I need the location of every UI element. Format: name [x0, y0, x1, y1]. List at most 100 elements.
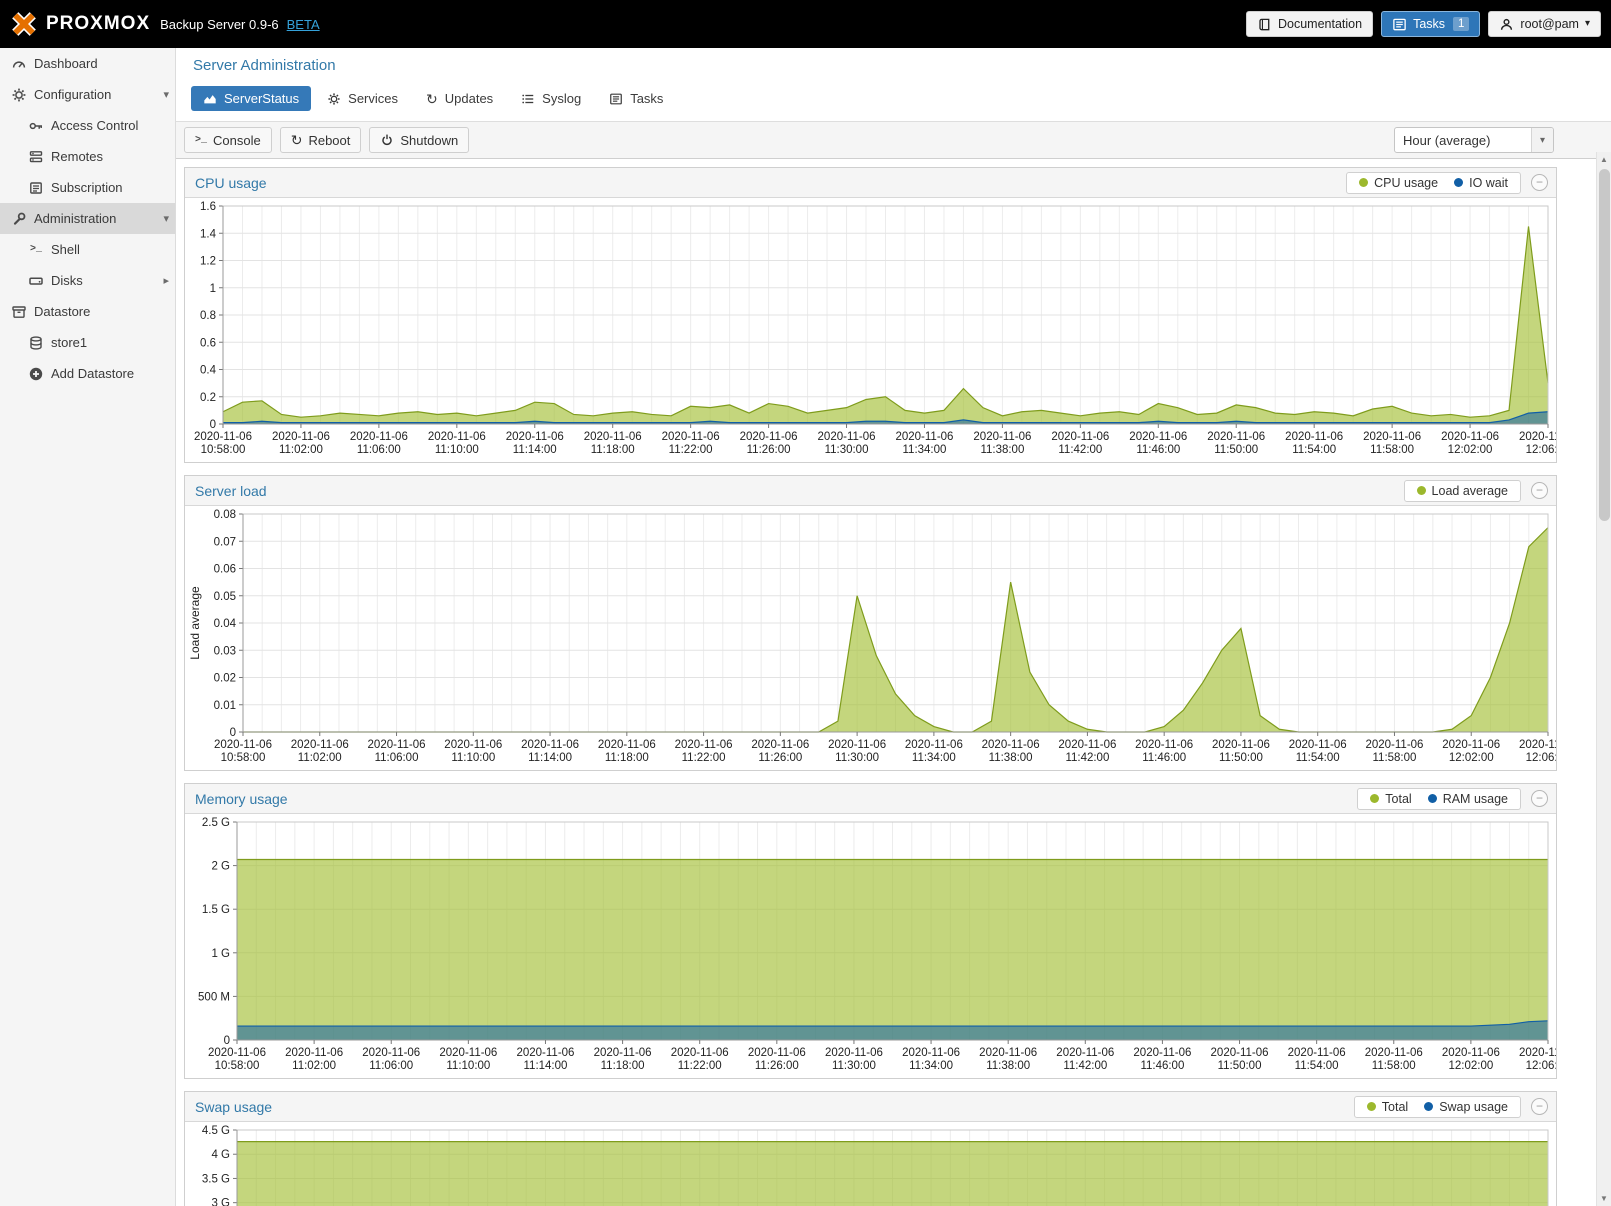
scrollbar-thumb[interactable]	[1599, 169, 1610, 521]
svg-text:11:14:00: 11:14:00	[524, 1060, 568, 1072]
user-label: root@pam	[1520, 17, 1579, 31]
svg-text:0.4: 0.4	[200, 365, 217, 377]
sidebar-item-configuration[interactable]: Configuration ▾	[0, 79, 175, 110]
legend-label: RAM usage	[1443, 792, 1508, 806]
legend-item-load-average: Load average	[1417, 484, 1508, 498]
reboot-button[interactable]: ↻ Reboot	[280, 127, 362, 153]
user-menu-button[interactable]: root@pam ▾	[1488, 11, 1601, 37]
sidebar-item-datastore[interactable]: Datastore	[0, 296, 175, 327]
svg-text:2020-11-06: 2020-11-06	[214, 739, 272, 751]
svg-text:0.03: 0.03	[214, 645, 236, 657]
timeframe-select[interactable]: Hour (average) ▾	[1394, 127, 1554, 153]
caret-down-icon: ▾	[1585, 19, 1590, 29]
sidebar-item-remotes[interactable]: Remotes	[0, 141, 175, 172]
legend-label: Total	[1382, 1100, 1408, 1114]
collapse-button[interactable]: −	[1531, 482, 1548, 499]
svg-text:11:10:00: 11:10:00	[451, 752, 495, 764]
tab-serverstatus[interactable]: ServerStatus	[191, 86, 311, 111]
svg-text:11:30:00: 11:30:00	[832, 1060, 876, 1072]
subscription-icon	[26, 180, 46, 196]
svg-text:11:18:00: 11:18:00	[601, 1060, 645, 1072]
legend-dot	[1367, 1102, 1376, 1111]
collapse-button[interactable]: −	[1531, 1098, 1548, 1115]
sidebar-item-label: Access Control	[51, 118, 138, 133]
tab-tasks[interactable]: Tasks	[597, 86, 675, 111]
sidebar-item-label: Disks	[51, 273, 83, 288]
svg-text:2020-11-06: 2020-11-06	[598, 739, 656, 751]
gears-icon	[327, 92, 341, 106]
sidebar-item-store1[interactable]: store1	[0, 327, 175, 358]
beta-link[interactable]: BETA	[287, 17, 320, 32]
svg-text:11:22:00: 11:22:00	[669, 444, 713, 456]
svg-text:2020-11-06: 2020-11-06	[584, 431, 642, 443]
sidebar-item-label: Administration	[34, 211, 116, 226]
proxmox-logo-icon	[10, 10, 38, 38]
documentation-button[interactable]: Documentation	[1246, 11, 1373, 37]
svg-text:10:58:00: 10:58:00	[221, 752, 266, 764]
sidebar-item-subscription[interactable]: Subscription	[0, 172, 175, 203]
svg-text:11:06:00: 11:06:00	[357, 444, 401, 456]
sidebar-item-disks[interactable]: Disks ▸	[0, 265, 175, 296]
caret-right-icon: ▸	[163, 274, 169, 287]
tasks-count-badge: 1	[1453, 17, 1469, 31]
shutdown-button[interactable]: Shutdown	[369, 127, 469, 153]
sidebar-item-label: store1	[51, 335, 87, 350]
tab-syslog[interactable]: Syslog	[509, 86, 593, 111]
svg-text:11:50:00: 11:50:00	[1219, 752, 1263, 764]
documentation-label: Documentation	[1278, 17, 1362, 31]
sidebar-item-access-control[interactable]: Access Control	[0, 110, 175, 141]
legend-item-io-wait: IO wait	[1454, 176, 1508, 190]
panel-body: 00.010.020.030.040.050.060.070.082020-11…	[185, 506, 1556, 770]
tab-services[interactable]: Services	[315, 86, 410, 111]
svg-text:1 G: 1 G	[211, 948, 230, 960]
svg-text:2020-11-06: 2020-11-06	[439, 1047, 497, 1059]
svg-text:11:34:00: 11:34:00	[912, 752, 956, 764]
svg-text:11:10:00: 11:10:00	[446, 1060, 490, 1072]
svg-text:11:58:00: 11:58:00	[1373, 752, 1417, 764]
console-label: Console	[213, 133, 261, 148]
legend-dot	[1428, 794, 1437, 803]
svg-text:Load average: Load average	[188, 586, 202, 660]
panel-header: Memory usage Total RAM usage −	[185, 784, 1556, 814]
scrollbar[interactable]: ▲ ▼	[1596, 152, 1611, 1206]
svg-text:2020-11-06: 2020-11-06	[748, 1047, 806, 1059]
console-button[interactable]: >_ Console	[184, 127, 272, 153]
sidebar-item-add-datastore[interactable]: Add Datastore	[0, 358, 175, 389]
chart-legend: Total RAM usage	[1357, 788, 1521, 810]
collapse-button[interactable]: −	[1531, 790, 1548, 807]
svg-text:12:06:00: 12:06:00	[1526, 1060, 1556, 1072]
tab-updates[interactable]: ↻ Updates	[414, 86, 505, 111]
svg-text:2020-11-06: 2020-11-06	[1135, 739, 1193, 751]
svg-text:12:06:00: 12:06:00	[1526, 752, 1556, 764]
sidebar-item-administration[interactable]: Administration ▾	[0, 203, 175, 234]
tasks-button[interactable]: Tasks 1	[1381, 11, 1480, 37]
svg-text:11:10:00: 11:10:00	[435, 444, 479, 456]
panel-title: Server load	[195, 483, 1404, 499]
legend-item-swap-usage: Swap usage	[1424, 1100, 1508, 1114]
caret-down-icon: ▾	[163, 212, 169, 225]
svg-text:12:02:00: 12:02:00	[1448, 1060, 1493, 1072]
list-icon	[521, 92, 535, 106]
shutdown-label: Shutdown	[400, 133, 458, 148]
user-icon	[1499, 17, 1514, 32]
collapse-button[interactable]: −	[1531, 174, 1548, 191]
svg-text:2020-11-06: 2020-11-06	[902, 1047, 960, 1059]
svg-text:2020-11-06: 2020-11-06	[662, 431, 720, 443]
sidebar-item-shell[interactable]: >_ Shell	[0, 234, 175, 265]
scroll-down-button[interactable]: ▼	[1597, 1191, 1611, 1206]
svg-text:11:54:00: 11:54:00	[1295, 1060, 1339, 1072]
scroll-up-button[interactable]: ▲	[1597, 152, 1611, 167]
svg-text:11:50:00: 11:50:00	[1214, 444, 1258, 456]
svg-text:11:58:00: 11:58:00	[1370, 444, 1414, 456]
svg-text:11:30:00: 11:30:00	[825, 444, 869, 456]
legend-label: CPU usage	[1374, 176, 1438, 190]
memory-usage-chart: 0500 M1 G1.5 G2 G2.5 G2020-11-0610:58:00…	[185, 814, 1556, 1078]
terminal-icon: >_	[195, 135, 207, 146]
svg-text:11:02:00: 11:02:00	[298, 752, 342, 764]
chart-legend: CPU usage IO wait	[1346, 172, 1521, 194]
sidebar-item-dashboard[interactable]: Dashboard	[0, 48, 175, 79]
svg-text:2020-11-06: 2020-11-06	[905, 739, 963, 751]
tasks-label: Tasks	[1413, 17, 1445, 31]
svg-text:2020-11-06: 2020-11-06	[506, 431, 564, 443]
svg-text:2020-11-06: 2020-11-06	[350, 431, 408, 443]
